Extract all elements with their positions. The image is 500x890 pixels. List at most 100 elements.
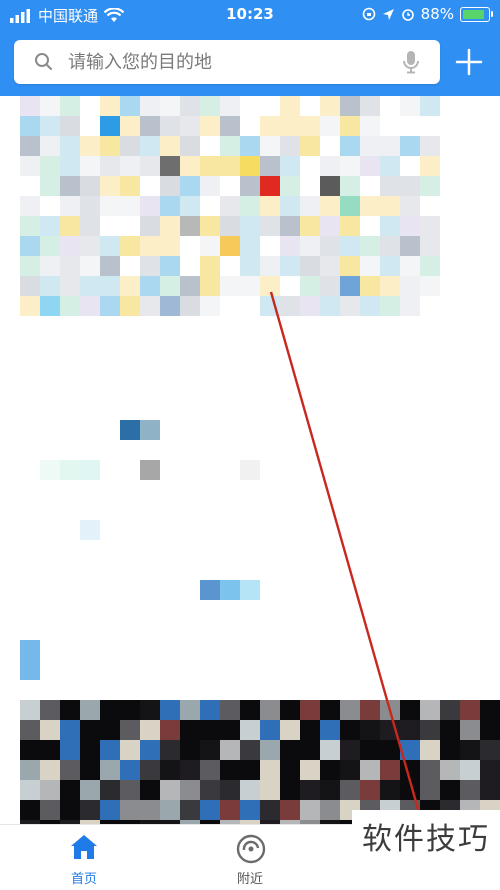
mosaic-cell [340,780,360,800]
mosaic-cell [400,256,420,276]
mosaic-cell [80,236,100,256]
mosaic-cell [60,156,80,176]
compass-icon [236,834,266,864]
search-icon [35,53,52,70]
tab-nearby[interactable]: 附近 [190,825,310,890]
mosaic-cell [260,216,280,236]
mosaic-cell [180,276,200,296]
mosaic-cell [40,236,60,256]
mosaic-cell [160,236,180,256]
mosaic-cell [400,216,420,236]
mosaic-cell [300,256,320,276]
mosaic-cell [360,96,380,116]
mosaic-cell [220,740,240,760]
mosaic-cell [240,196,260,216]
mosaic-cell [240,136,260,156]
mosaic-cell [260,720,280,740]
mosaic-cell [20,156,40,176]
mosaic-cell [100,96,120,116]
mosaic-cell [340,136,360,156]
app-header: 中国联通 10:23 88% [0,0,500,96]
mosaic-cell [100,800,120,820]
mosaic-cell [300,156,320,176]
mosaic-cell [180,296,200,316]
mosaic-cell [80,216,100,236]
mosaic-cell [140,460,160,480]
search-box[interactable] [14,40,440,84]
mosaic-cell [40,700,60,720]
mosaic-cell [400,136,420,156]
mosaic-cell [140,216,160,236]
mosaic-cell [420,216,440,236]
mosaic-cell [420,760,440,780]
mosaic-cell [200,720,220,740]
mosaic-cell [360,296,380,316]
mosaic-cell [240,216,260,236]
mosaic-cell [280,196,300,216]
mosaic-cell [80,276,100,296]
mosaic-cell [180,216,200,236]
mosaic-cell [60,780,80,800]
mosaic-cell [320,256,340,276]
mosaic-cell [60,96,80,116]
mosaic-cell [140,276,160,296]
mosaic-cell [160,780,180,800]
mosaic-cell [300,276,320,296]
mosaic-cell [400,296,420,316]
mosaic-cell [340,760,360,780]
mosaic-cell [60,196,80,216]
mosaic-cell [320,156,340,176]
mosaic-cell [140,176,160,196]
mosaic-cell [380,760,400,780]
mosaic-cell [60,460,80,480]
mosaic-cell [260,256,280,276]
mosaic-cell [460,760,480,780]
mosaic-cell [140,236,160,256]
mosaic-cell [160,136,180,156]
mosaic-cell [80,176,100,196]
mosaic-cell [360,780,380,800]
mosaic-cell [220,136,240,156]
mosaic-cell [280,236,300,256]
mosaic-cell [220,196,240,216]
mosaic-cell [360,136,380,156]
mosaic-cell [220,96,240,116]
mosaic-cell [460,720,480,740]
mosaic-cell [440,700,460,720]
mosaic-cell [260,700,280,720]
mosaic-cell [380,136,400,156]
mosaic-cell [380,196,400,216]
mosaic-cell [40,96,60,116]
mosaic-cell [300,216,320,236]
battery-percentage: 88% [420,5,454,23]
mosaic-cell [400,196,420,216]
mosaic-cell [380,740,400,760]
mosaic-cell [300,236,320,256]
mosaic-cell [220,780,240,800]
microphone-icon[interactable] [402,50,420,74]
mosaic-cell [180,176,200,196]
add-button[interactable] [454,47,484,77]
mosaic-cell [140,296,160,316]
mosaic-cell [180,740,200,760]
mosaic-cell [400,236,420,256]
mosaic-cell [120,276,140,296]
mosaic-cell [300,176,320,196]
mosaic-cell [260,780,280,800]
mosaic-cell [240,176,260,196]
tab-home[interactable]: 首页 [24,825,144,890]
mosaic-cell [280,156,300,176]
mosaic-cell [20,256,40,276]
mosaic-cell [460,700,480,720]
mosaic-cell [160,116,180,136]
mosaic-cell [300,780,320,800]
mosaic-cell [20,196,40,216]
destination-search-input[interactable] [66,41,390,83]
mosaic-cell [200,156,220,176]
mosaic-cell [140,116,160,136]
mosaic-cell [20,720,40,740]
mosaic-cell [120,136,140,156]
mosaic-cell [240,460,260,480]
mosaic-cell [60,296,80,316]
mosaic-cell [340,216,360,236]
